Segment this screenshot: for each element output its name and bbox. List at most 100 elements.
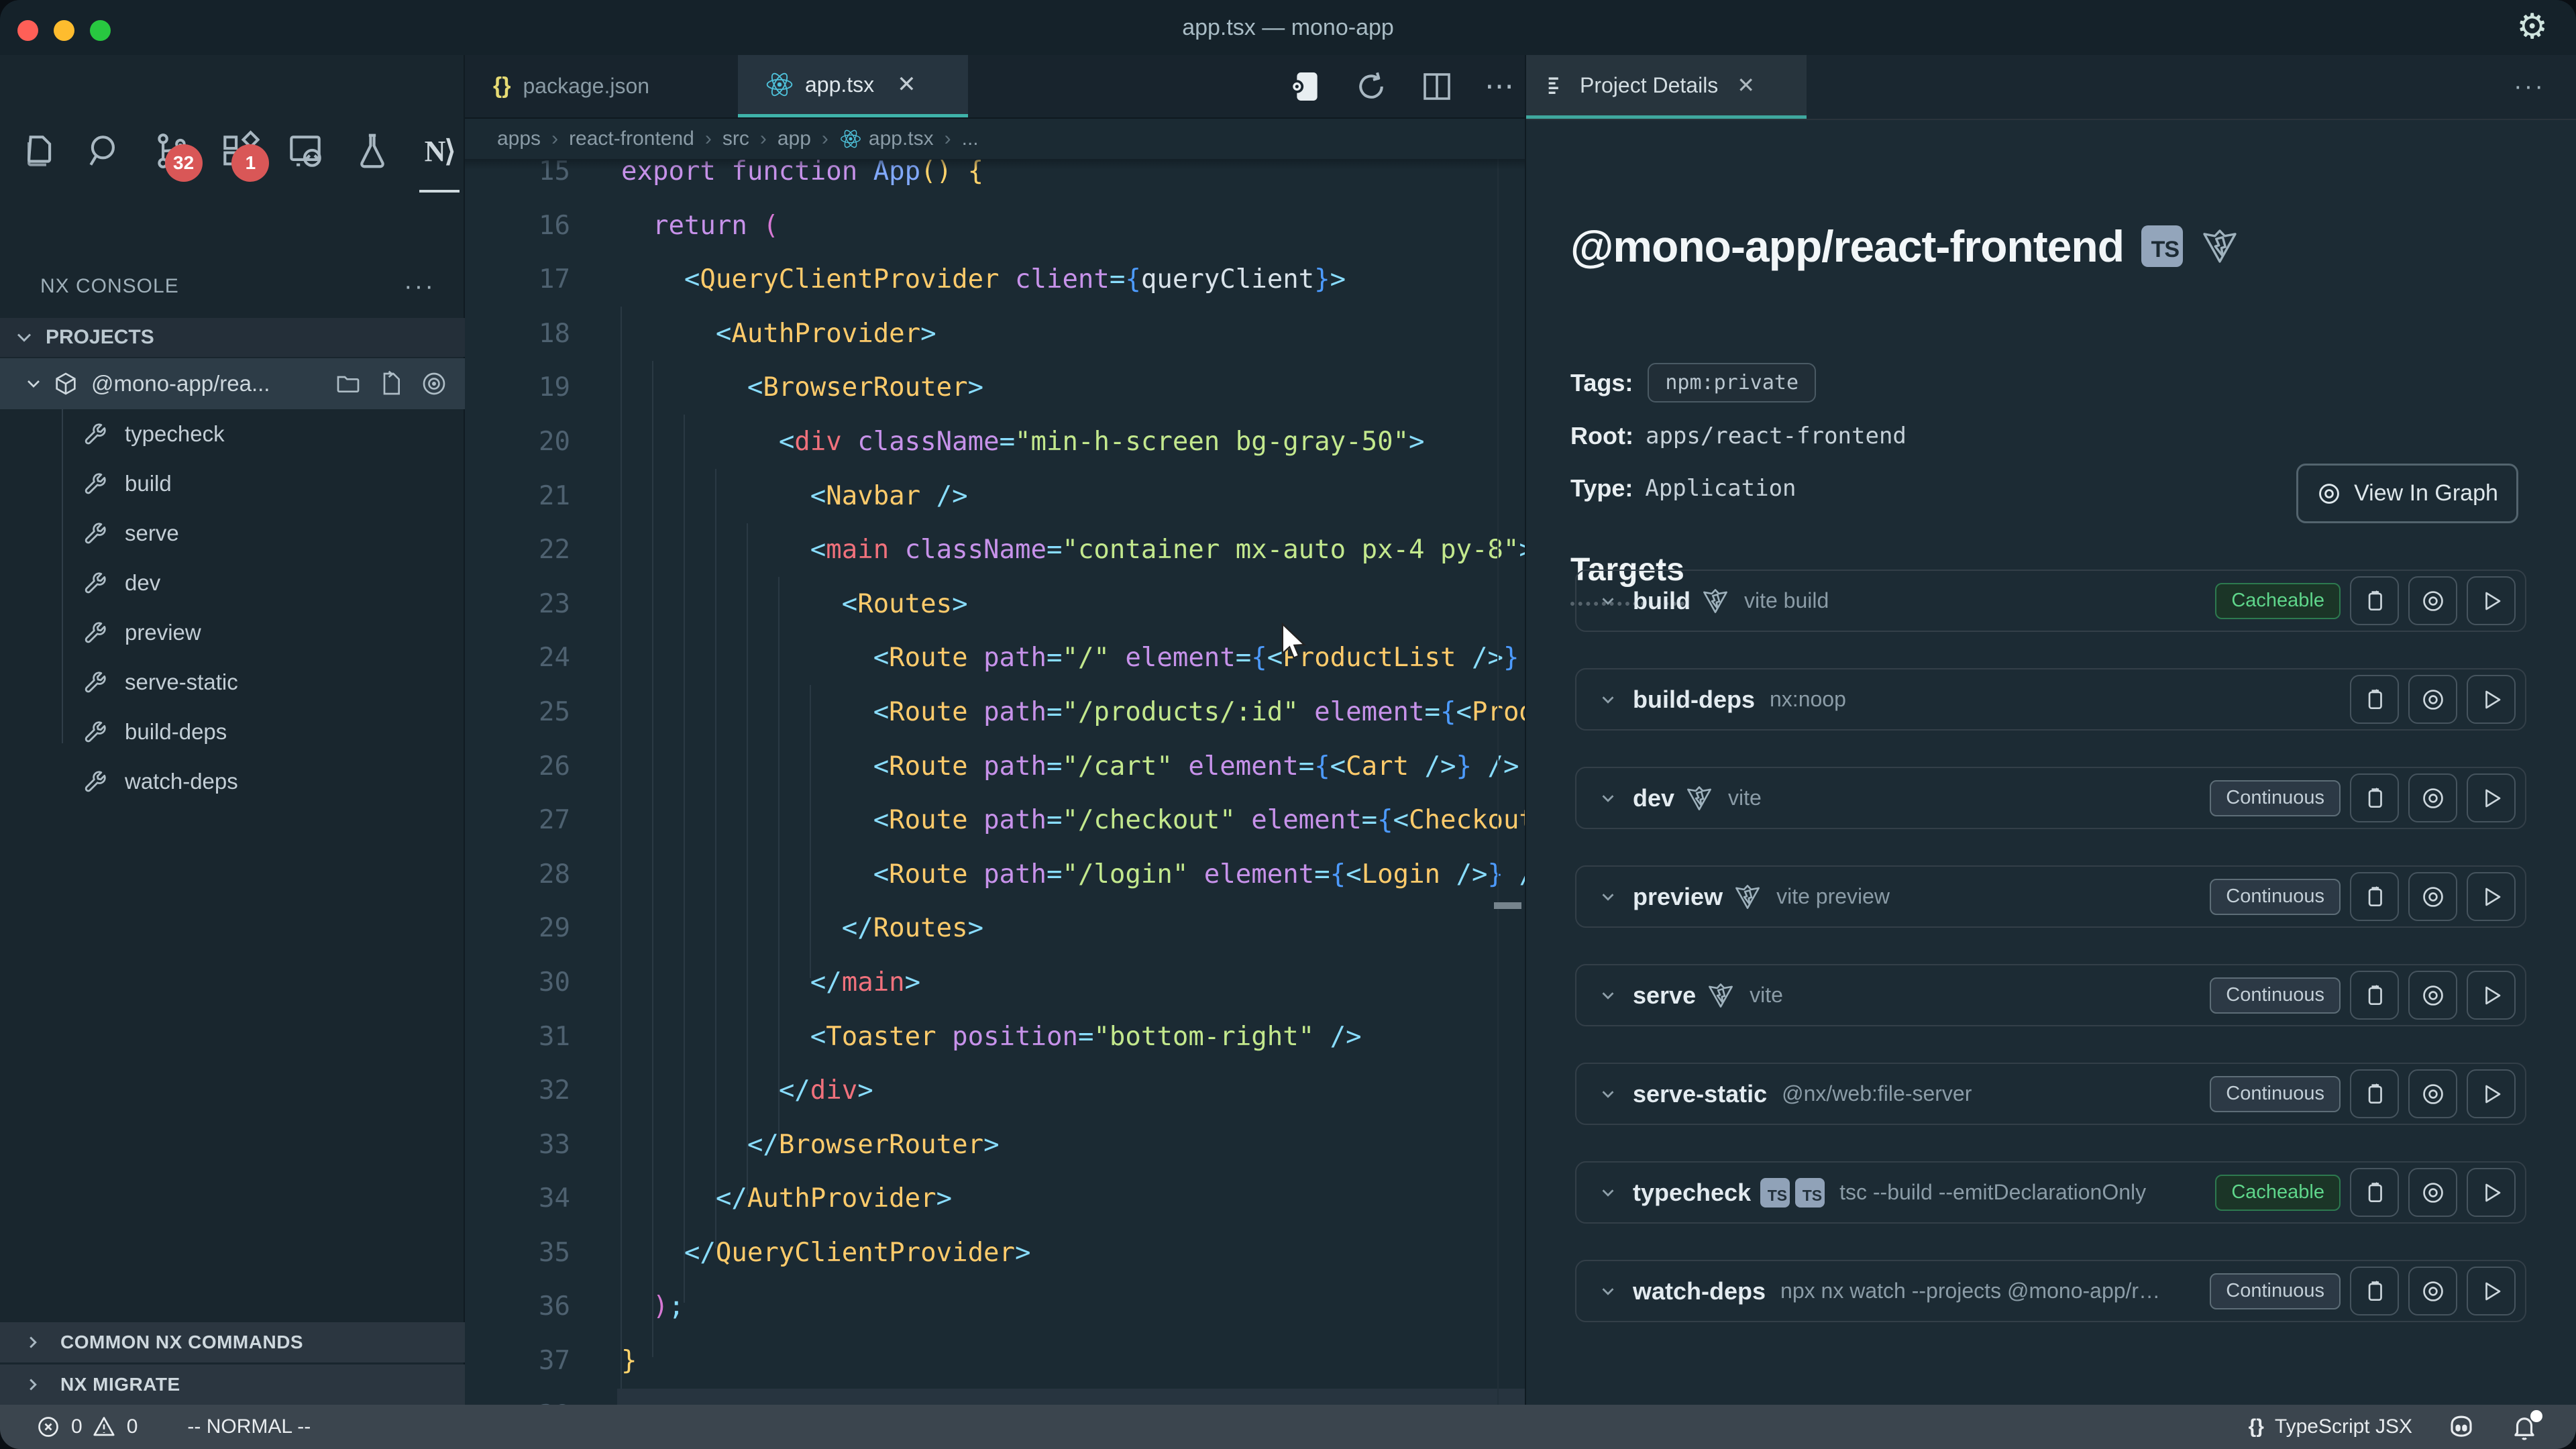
copy-task-button[interactable] bbox=[2350, 675, 2399, 724]
breadcrumb-item[interactable]: react-frontend bbox=[569, 127, 694, 150]
breadcrumb-item[interactable]: apps bbox=[497, 127, 541, 150]
refresh-icon[interactable] bbox=[1353, 68, 1389, 105]
run-target-button[interactable] bbox=[2467, 773, 2516, 822]
view-in-graph-button[interactable]: View In Graph bbox=[2296, 464, 2518, 523]
run-target-button[interactable] bbox=[2467, 1168, 2516, 1217]
common-nx-commands-section[interactable]: COMMON NX COMMANDS bbox=[0, 1322, 465, 1362]
close-tab-icon[interactable]: ✕ bbox=[897, 71, 916, 98]
target-card-typecheck[interactable]: typecheckTSTStsc --build --emitDeclarati… bbox=[1575, 1161, 2526, 1224]
panel-more-icon[interactable]: ··· bbox=[2514, 55, 2545, 119]
target-card-serve-static[interactable]: serve-static@nx/web:file-serverContinuou… bbox=[1575, 1063, 2526, 1125]
open-project-config-icon[interactable] bbox=[1286, 68, 1324, 105]
target-command: vite bbox=[1750, 983, 1783, 1008]
view-target-graph-button[interactable] bbox=[2408, 872, 2457, 921]
target-card-build[interactable]: buildvite buildCacheable bbox=[1575, 570, 2526, 632]
target-card-preview[interactable]: previewvite previewContinuous bbox=[1575, 865, 2526, 928]
extensions-icon[interactable]: 1 bbox=[213, 119, 264, 183]
run-target-button[interactable] bbox=[2467, 971, 2516, 1020]
close-panel-icon[interactable]: ✕ bbox=[1737, 72, 1755, 98]
run-target-button[interactable] bbox=[2467, 576, 2516, 625]
source-control-icon[interactable]: 32 bbox=[146, 119, 197, 183]
explorer-icon[interactable] bbox=[12, 119, 63, 183]
code-line-35: 35 </QueryClientProvider> bbox=[465, 1226, 1525, 1281]
view-target-graph-button[interactable] bbox=[2408, 1267, 2457, 1316]
run-target-button[interactable] bbox=[2467, 1069, 2516, 1118]
sidebar-more-icon[interactable]: ··· bbox=[404, 272, 435, 301]
tree-item-typecheck[interactable]: typecheck bbox=[0, 409, 465, 459]
target-card-dev[interactable]: devviteContinuous bbox=[1575, 767, 2526, 829]
code-line-17: 17 <QueryClientProvider client={queryCli… bbox=[465, 253, 1525, 307]
breadcrumb-item[interactable]: app.tsx bbox=[839, 127, 934, 150]
chevron-down-icon bbox=[1598, 788, 1618, 808]
projects-section-header[interactable]: PROJECTS bbox=[0, 318, 465, 357]
copy-task-button[interactable] bbox=[2350, 1267, 2399, 1316]
tree-item-project[interactable]: @mono-app/rea... bbox=[0, 358, 465, 409]
code-editor[interactable]: 15export function App() {16 return (17 <… bbox=[465, 159, 1525, 1449]
code-line-31: 31 <Toaster position="bottom-right" /> bbox=[465, 1010, 1525, 1065]
tree-item-serve-static[interactable]: serve-static bbox=[0, 657, 465, 707]
copilot-icon[interactable] bbox=[2447, 1413, 2475, 1441]
tab-label: package.json bbox=[523, 74, 649, 99]
view-target-graph-button[interactable] bbox=[2408, 576, 2457, 625]
testing-icon[interactable] bbox=[347, 119, 398, 183]
nx-console-icon[interactable]: N⟩ bbox=[414, 119, 465, 183]
tab-project-details[interactable]: Project Details ✕ bbox=[1526, 55, 1807, 119]
notifications-bell-icon[interactable] bbox=[2510, 1413, 2538, 1441]
run-target-button[interactable] bbox=[2467, 1267, 2516, 1316]
tab-package-json[interactable]: {} package.json bbox=[465, 55, 738, 117]
code-line-37: 37} bbox=[465, 1334, 1525, 1389]
tree-item-build-deps[interactable]: build-deps bbox=[0, 707, 465, 757]
folder-icon[interactable] bbox=[335, 370, 362, 397]
tree-item-watch-deps[interactable]: watch-deps bbox=[0, 757, 465, 806]
breadcrumb-item[interactable]: src bbox=[722, 127, 749, 150]
copy-task-button[interactable] bbox=[2350, 1168, 2399, 1217]
refresh-file-icon[interactable] bbox=[378, 370, 405, 397]
view-target-graph-button[interactable] bbox=[2408, 773, 2457, 822]
extensions-badge: 1 bbox=[231, 144, 269, 182]
copy-task-button[interactable] bbox=[2350, 773, 2399, 822]
continuous-badge: Continuous bbox=[2210, 780, 2341, 816]
target-card-serve[interactable]: serveviteContinuous bbox=[1575, 964, 2526, 1026]
type-value: Application bbox=[1645, 475, 1796, 502]
vim-mode-indicator[interactable]: -- NORMAL -- bbox=[187, 1415, 311, 1438]
gear-icon[interactable]: ⚙ bbox=[2516, 9, 2548, 44]
copy-task-button[interactable] bbox=[2350, 576, 2399, 625]
language-mode[interactable]: {} TypeScript JSX bbox=[2249, 1415, 2412, 1438]
run-target-button[interactable] bbox=[2467, 675, 2516, 724]
run-target-button[interactable] bbox=[2467, 872, 2516, 921]
wrench-icon bbox=[82, 718, 109, 745]
view-target-graph-button[interactable] bbox=[2408, 1069, 2457, 1118]
copy-task-button[interactable] bbox=[2350, 872, 2399, 921]
vite-icon bbox=[1701, 587, 1729, 615]
more-actions-icon[interactable]: ⋯ bbox=[1485, 69, 1515, 103]
vite-icon bbox=[1707, 981, 1735, 1010]
tree-item-serve[interactable]: serve bbox=[0, 508, 465, 558]
chevron-down-icon bbox=[1598, 690, 1618, 710]
tab-app-tsx[interactable]: app.tsx ✕ bbox=[738, 55, 968, 117]
view-target-graph-button[interactable] bbox=[2408, 675, 2457, 724]
package-icon bbox=[52, 370, 79, 397]
warnings-indicator[interactable]: 0 bbox=[92, 1415, 138, 1439]
copy-task-button[interactable] bbox=[2350, 971, 2399, 1020]
target-card-watch-deps[interactable]: watch-depsnpx nx watch --projects @mono-… bbox=[1575, 1260, 2526, 1322]
continuous-badge: Continuous bbox=[2210, 879, 2341, 915]
remote-explorer-icon[interactable] bbox=[280, 119, 331, 183]
copy-task-button[interactable] bbox=[2350, 1069, 2399, 1118]
split-editor-icon[interactable] bbox=[1419, 68, 1455, 105]
target-label: dev bbox=[125, 570, 160, 596]
breadcrumb-item[interactable]: app bbox=[777, 127, 811, 150]
view-target-graph-button[interactable] bbox=[2408, 971, 2457, 1020]
tree-item-build[interactable]: build bbox=[0, 459, 465, 508]
target-command: nx:noop bbox=[1770, 687, 1846, 712]
errors-indicator[interactable]: 0 bbox=[36, 1415, 83, 1439]
activity-bar: 32 1 N⟩ bbox=[0, 107, 465, 195]
target-icon[interactable] bbox=[421, 370, 447, 397]
target-card-build-deps[interactable]: build-depsnx:noop bbox=[1575, 668, 2526, 731]
nx-migrate-section[interactable]: NX MIGRATE bbox=[0, 1364, 465, 1405]
tree-item-dev[interactable]: dev bbox=[0, 558, 465, 608]
tree-item-preview[interactable]: preview bbox=[0, 608, 465, 657]
search-icon[interactable] bbox=[79, 119, 130, 183]
target-name: serve-static bbox=[1633, 1080, 1767, 1108]
view-target-graph-button[interactable] bbox=[2408, 1168, 2457, 1217]
breadcrumb-item[interactable]: ... bbox=[962, 127, 979, 150]
